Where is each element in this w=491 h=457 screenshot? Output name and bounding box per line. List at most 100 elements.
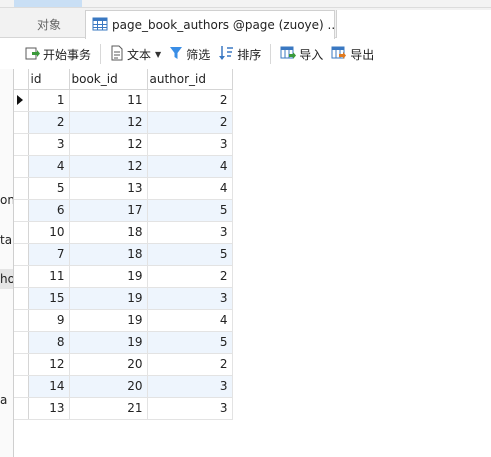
table-row[interactable]: 3 12 3 bbox=[14, 133, 233, 156]
row-indicator[interactable] bbox=[14, 309, 29, 332]
cell-book-id[interactable]: 19 bbox=[69, 309, 148, 332]
table-row[interactable]: 2 12 2 bbox=[14, 111, 233, 134]
tab-page-book-authors[interactable]: page_book_authors @page (zuoye) ... bbox=[85, 10, 335, 39]
chevron-down-icon: ▼ bbox=[155, 49, 162, 59]
import-label: 导入 bbox=[299, 47, 324, 62]
row-indicator[interactable] bbox=[14, 353, 29, 376]
row-indicator[interactable] bbox=[14, 221, 29, 244]
cell-id[interactable]: 3 bbox=[28, 133, 70, 156]
cell-book-id[interactable]: 12 bbox=[69, 111, 148, 134]
sort-button[interactable]: 排序 bbox=[214, 42, 265, 66]
export-button[interactable]: 导出 bbox=[327, 42, 378, 66]
cell-author-id[interactable]: 2 bbox=[147, 89, 233, 112]
cell-id[interactable]: 14 bbox=[28, 375, 70, 398]
cell-book-id[interactable]: 19 bbox=[69, 265, 148, 288]
cell-id[interactable]: 7 bbox=[28, 243, 70, 266]
cell-book-id[interactable]: 12 bbox=[69, 155, 148, 178]
row-indicator[interactable] bbox=[14, 111, 29, 134]
cell-id[interactable]: 15 bbox=[28, 287, 70, 310]
cell-author-id[interactable]: 3 bbox=[147, 221, 233, 244]
cell-author-id[interactable]: 4 bbox=[147, 177, 233, 200]
table-row[interactable]: 13 21 3 bbox=[14, 397, 233, 420]
cell-id[interactable]: 13 bbox=[28, 397, 70, 420]
table-row[interactable]: 7 18 5 bbox=[14, 243, 233, 266]
cell-book-id[interactable]: 21 bbox=[69, 397, 148, 420]
cell-id[interactable]: 4 bbox=[28, 155, 70, 178]
table-row[interactable]: 10 18 3 bbox=[14, 221, 233, 244]
filter-button[interactable]: 筛选 bbox=[165, 42, 214, 66]
row-indicator[interactable] bbox=[14, 331, 29, 354]
table-row[interactable]: 5 13 4 bbox=[14, 177, 233, 200]
column-header-book-id[interactable]: book_id bbox=[69, 69, 148, 90]
active-menu-tab[interactable] bbox=[14, 0, 82, 7]
filter-icon bbox=[169, 45, 183, 64]
cell-book-id[interactable]: 17 bbox=[69, 199, 148, 222]
table-row[interactable]: 14 20 3 bbox=[14, 375, 233, 398]
table-row[interactable]: 15 19 3 bbox=[14, 287, 233, 310]
row-indicator[interactable] bbox=[14, 375, 29, 398]
table-row[interactable]: 9 19 4 bbox=[14, 309, 233, 332]
cell-id[interactable]: 9 bbox=[28, 309, 70, 332]
cell-book-id[interactable]: 12 bbox=[69, 133, 148, 156]
cell-author-id[interactable]: 5 bbox=[147, 243, 233, 266]
tree-item-fragment-selected[interactable]: ho bbox=[0, 269, 13, 289]
cell-author-id[interactable]: 5 bbox=[147, 199, 233, 222]
cell-id[interactable]: 8 bbox=[28, 331, 70, 354]
cell-author-id[interactable]: 3 bbox=[147, 375, 233, 398]
cell-author-id[interactable]: 4 bbox=[147, 309, 233, 332]
object-tree-panel[interactable]: on tai ho a bbox=[0, 69, 14, 457]
row-indicator[interactable] bbox=[14, 133, 29, 156]
cell-id[interactable]: 12 bbox=[28, 353, 70, 376]
cell-book-id[interactable]: 20 bbox=[69, 353, 148, 376]
row-indicator[interactable] bbox=[14, 199, 29, 222]
table-row[interactable]: 1 11 2 bbox=[14, 89, 233, 112]
table-row[interactable]: 6 17 5 bbox=[14, 199, 233, 222]
toolbar-separator bbox=[270, 44, 272, 64]
grid-header-row: id book_id author_id bbox=[14, 69, 233, 90]
tree-item-fragment[interactable]: on bbox=[0, 193, 13, 207]
table-row[interactable]: 11 19 2 bbox=[14, 265, 233, 288]
begin-transaction-button[interactable]: 开始事务 bbox=[20, 42, 95, 66]
cell-book-id[interactable]: 18 bbox=[69, 221, 148, 244]
cell-author-id[interactable]: 5 bbox=[147, 331, 233, 354]
row-indicator[interactable] bbox=[14, 397, 29, 420]
cell-book-id[interactable]: 11 bbox=[69, 89, 148, 112]
cell-id[interactable]: 1 bbox=[28, 89, 70, 112]
cell-id[interactable]: 11 bbox=[28, 265, 70, 288]
import-button[interactable]: 导入 bbox=[276, 42, 327, 66]
column-header-id[interactable]: id bbox=[28, 69, 70, 90]
row-indicator[interactable] bbox=[14, 265, 29, 288]
row-indicator[interactable] bbox=[14, 243, 29, 266]
text-button[interactable]: 文本 ▼ bbox=[106, 42, 165, 66]
begin-transaction-label: 开始事务 bbox=[43, 47, 92, 62]
cell-author-id[interactable]: 2 bbox=[147, 353, 233, 376]
cell-author-id[interactable]: 4 bbox=[147, 155, 233, 178]
cell-book-id[interactable]: 19 bbox=[69, 287, 148, 310]
cell-author-id[interactable]: 3 bbox=[147, 133, 233, 156]
grid-table: id book_id author_id 1 11 2 2 12 2 3 12 3 4 12 4 5 13… bbox=[14, 69, 233, 420]
column-header-author-id[interactable]: author_id bbox=[147, 69, 233, 90]
row-indicator[interactable] bbox=[14, 89, 29, 112]
cell-book-id[interactable]: 18 bbox=[69, 243, 148, 266]
tree-item-fragment[interactable]: a bbox=[0, 393, 7, 407]
row-indicator[interactable] bbox=[14, 287, 29, 310]
cell-book-id[interactable]: 20 bbox=[69, 375, 148, 398]
cell-id[interactable]: 6 bbox=[28, 199, 70, 222]
cell-author-id[interactable]: 2 bbox=[147, 111, 233, 134]
cell-author-id[interactable]: 2 bbox=[147, 265, 233, 288]
table-row[interactable]: 8 19 5 bbox=[14, 331, 233, 354]
tab-objects[interactable]: 对象 bbox=[14, 10, 84, 38]
row-indicator[interactable] bbox=[14, 177, 29, 200]
cell-book-id[interactable]: 19 bbox=[69, 331, 148, 354]
cell-id[interactable]: 5 bbox=[28, 177, 70, 200]
cell-author-id[interactable]: 3 bbox=[147, 397, 233, 420]
cell-id[interactable]: 2 bbox=[28, 111, 70, 134]
cell-author-id[interactable]: 3 bbox=[147, 287, 233, 310]
table-row[interactable]: 12 20 2 bbox=[14, 353, 233, 376]
row-indicator[interactable] bbox=[14, 155, 29, 178]
cell-id[interactable]: 10 bbox=[28, 221, 70, 244]
tree-item-fragment[interactable]: tai bbox=[0, 233, 13, 247]
data-grid: id book_id author_id 1 11 2 2 12 2 3 12 3 4 12 4 5 13… bbox=[14, 69, 233, 420]
table-row[interactable]: 4 12 4 bbox=[14, 155, 233, 178]
cell-book-id[interactable]: 13 bbox=[69, 177, 148, 200]
